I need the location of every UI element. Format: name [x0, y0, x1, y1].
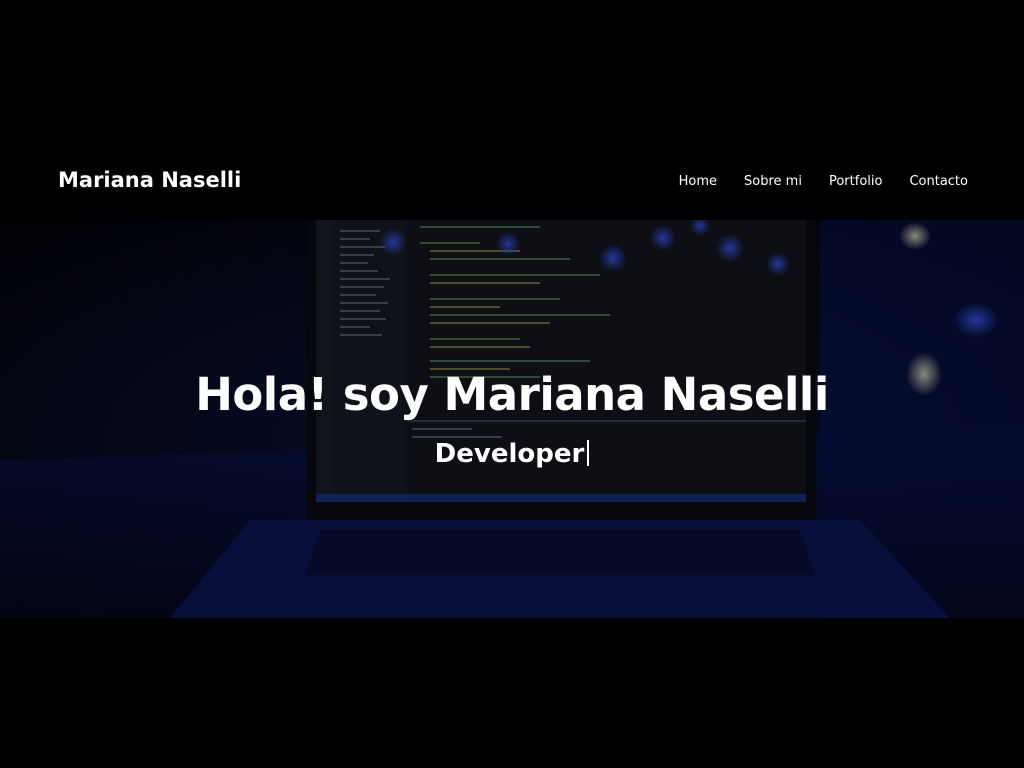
nav-menu: Home Sobre mi Portfolio Contacto: [652, 174, 968, 189]
typed-text: Developer: [434, 439, 585, 469]
navbar: Mariana Naselli Home Sobre mi Portfolio …: [0, 150, 1024, 220]
brand-logo-link[interactable]: Mariana Naselli: [58, 168, 241, 192]
page: Mariana Naselli Home Sobre mi Portfolio …: [0, 0, 1024, 768]
nav-link-contacto[interactable]: Contacto: [909, 174, 968, 189]
nav-link-sobre-mi[interactable]: Sobre mi: [744, 174, 802, 189]
hero-section: Hola! soy Mariana Naselli Developer: [0, 220, 1024, 618]
nav-link-home[interactable]: Home: [679, 174, 717, 189]
hero-title: Hola! soy Mariana Naselli: [195, 368, 829, 421]
nav-link-portfolio[interactable]: Portfolio: [829, 174, 882, 189]
typed-cursor: [587, 440, 590, 466]
hero-typed-subtitle: Developer: [0, 439, 1024, 469]
